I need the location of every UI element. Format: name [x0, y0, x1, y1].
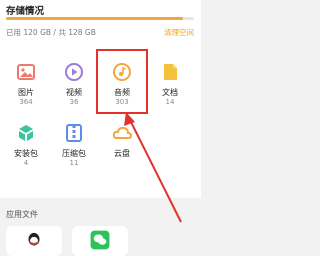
- storage-card: 存储情况 已用 120 GB / 共 128 GB 清理空间 图片 364 视频…: [0, 0, 201, 198]
- category-packages[interactable]: 安装包 4: [4, 119, 48, 168]
- category-label: 文档: [162, 88, 178, 97]
- package-icon: [19, 125, 33, 141]
- category-label: 安装包: [14, 149, 38, 158]
- cloud-icon: [112, 126, 133, 139]
- category-count: 14: [165, 98, 175, 106]
- category-count: 4: [23, 159, 29, 167]
- category-archives[interactable]: 压缩包 11: [52, 119, 96, 168]
- category-count: 36: [69, 98, 79, 106]
- storage-title: 存储情况: [6, 6, 45, 17]
- category-count: 364: [19, 98, 33, 106]
- category-cloud[interactable]: 云盘: [100, 119, 144, 159]
- storage-used-text: 已用 120 GB / 共 128 GB: [6, 28, 96, 37]
- app-qq[interactable]: [6, 226, 62, 256]
- category-label: 云盘: [114, 149, 130, 158]
- category-label: 视频: [66, 88, 82, 97]
- storage-progress-fill: [6, 17, 183, 20]
- video-play-icon: [65, 63, 83, 81]
- wechat-icon: [90, 230, 110, 250]
- audio-highlight-box: [96, 49, 148, 114]
- image-icon: [17, 64, 35, 80]
- category-count: 11: [69, 159, 79, 167]
- archive-icon: [66, 124, 82, 142]
- storage-progress-bar: [6, 17, 194, 20]
- clean-space-link[interactable]: 清理空间: [164, 27, 194, 38]
- app-files-title: 应用文件: [6, 210, 38, 219]
- qq-icon: [28, 232, 40, 246]
- app-wechat[interactable]: [72, 226, 128, 256]
- category-videos[interactable]: 视频 36: [52, 58, 96, 107]
- category-label: 图片: [18, 88, 34, 97]
- category-images[interactable]: 图片 364: [4, 58, 48, 107]
- document-icon: [164, 64, 177, 80]
- category-documents[interactable]: 文档 14: [148, 58, 192, 107]
- category-label: 压缩包: [62, 149, 86, 158]
